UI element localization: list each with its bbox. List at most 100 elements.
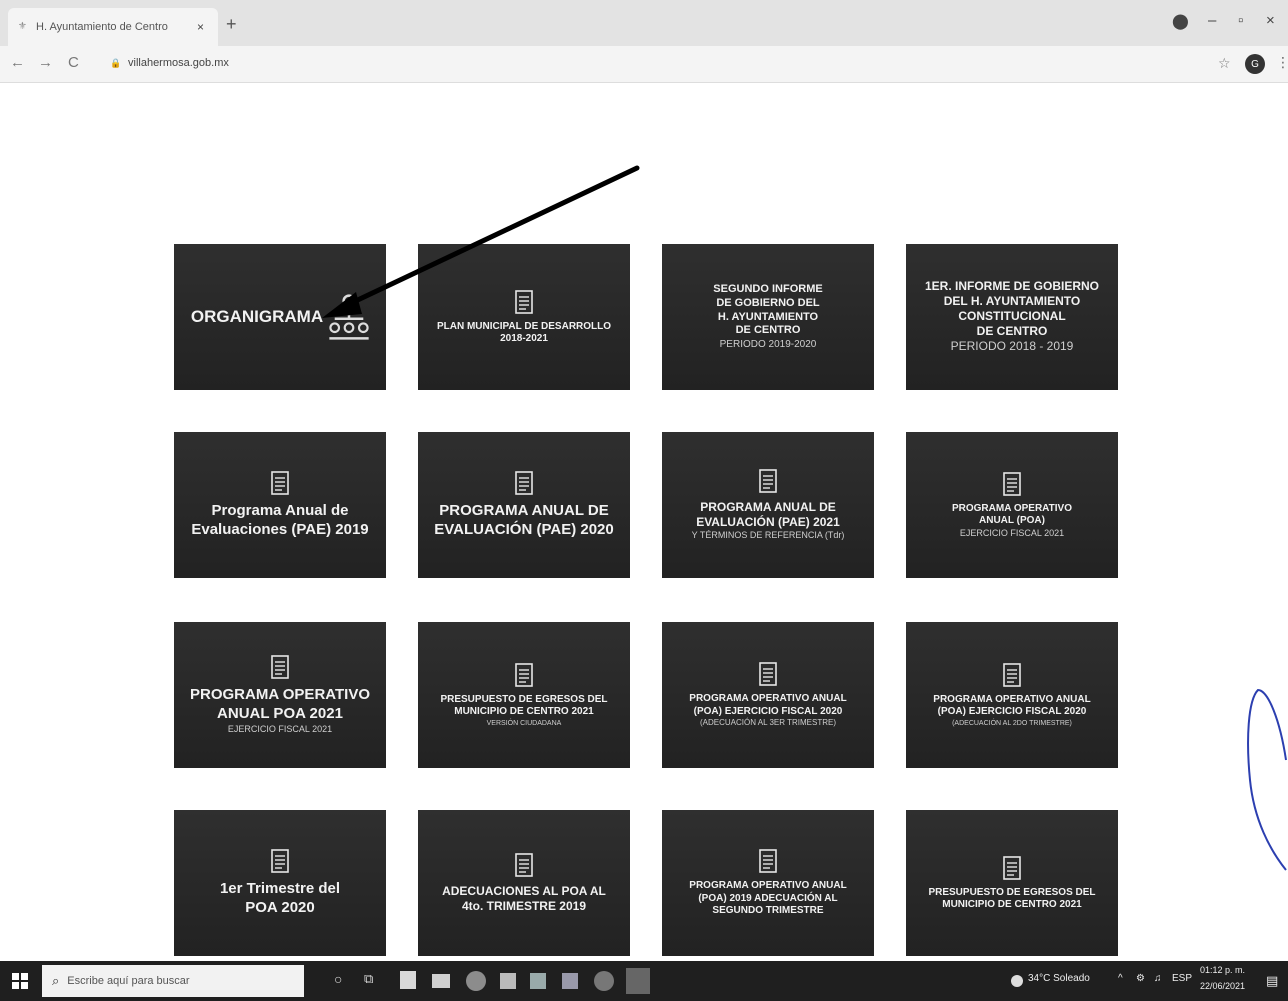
tile-13[interactable]: ADECUACIONES AL POA AL 4to. TRIMESTRE 201… — [418, 810, 630, 956]
tile-text: PROGRAMA ANUAL DE EVALUACIÓN (PAE) 2021 Y … — [692, 500, 845, 542]
taskbar-search-box[interactable]: ⌕ Escribe aquí para buscar — [42, 965, 304, 997]
clock-time[interactable]: 01:12 p. m. — [1200, 965, 1245, 975]
tile-text: SEGUNDO INFORME DE GOBIERNO DEL H. AYUNTAM… — [713, 283, 822, 351]
tile-subtitle: Y TÉRMINOS DE REFERENCIA (Tdr) — [691, 530, 845, 541]
tray-chevron-icon[interactable]: ^ — [1118, 973, 1123, 984]
document-icon — [1003, 471, 1021, 496]
windows-taskbar: ⌕ Escribe aquí para buscar ○ ⧉ 34°C Sole… — [0, 961, 1288, 1001]
tile-title-line: MUNICIPIO DE CENTRO 2021 — [942, 899, 1082, 910]
document-icon — [1003, 663, 1021, 687]
document-icon — [759, 849, 777, 874]
chrome-icon[interactable] — [466, 971, 486, 991]
tile-text: PROGRAMA OPERATIVO ANUAL (POA) EJERCICIO F… — [952, 503, 1072, 540]
tile-subtitle: VERSIÓN CIUDADANA — [486, 719, 562, 727]
tile-title-line: EVALUACIÓN (PAE) 2021 — [696, 515, 840, 530]
document-icon — [759, 662, 777, 687]
windows-start-icon[interactable] — [12, 973, 28, 989]
weather-text[interactable]: 34°C Soleado — [1028, 973, 1090, 984]
document-icon — [271, 471, 289, 496]
tile-title-line: PROGRAMA OPERATIVO — [189, 686, 370, 704]
tile-subtitle: PERIODO 2019-2020 — [719, 339, 817, 350]
search-placeholder: Escribe aquí para buscar — [67, 975, 190, 987]
tile-5[interactable]: PROGRAMA ANUAL DE EVALUACIÓN (PAE) 2020 — [418, 432, 630, 578]
active-app-icon[interactable] — [626, 968, 650, 994]
tile-title-line: PLAN MUNICIPAL DE DESARROLLO — [436, 320, 612, 332]
tile-text: 1er Trimestre del POA 2020 — [220, 880, 340, 918]
tile-11[interactable]: PROGRAMA OPERATIVO ANUAL (POA) EJERCICIO … — [906, 622, 1118, 768]
tile-title-line: PROGRAMA ANUAL DE — [439, 502, 609, 520]
tile-title-line: 2018-2021 — [500, 333, 548, 344]
document-icon — [271, 849, 289, 874]
tile-title-line: DE CENTRO — [735, 324, 801, 337]
tile-title-line: PRESUPUESTO DE EGRESOS DEL — [928, 886, 1096, 898]
tile-title-line: PROGRAMA OPERATIVO ANUAL — [933, 693, 1091, 705]
tile-title-line: DE GOBIERNO DEL — [716, 296, 820, 309]
tile-title-line: ORGANIGRAMA — [190, 307, 324, 327]
tile-grid: ORGANIGRAMA PLAN MUNICIPAL DE DESARROLLO 2… — [0, 0, 1288, 1001]
mail-icon[interactable] — [432, 974, 450, 988]
search-icon: ⌕ — [52, 973, 60, 988]
tile-9[interactable]: PRESUPUESTO DE EGRESOS DEL MUNICIPIO DE C… — [418, 622, 630, 768]
tile-title-line: (POA) 2019 ADECUACIÓN AL — [698, 892, 838, 904]
document-icon — [759, 469, 777, 493]
tile-subtitle: PERIODO 2018 - 2019 — [950, 339, 1074, 354]
tile-title-line: SEGUNDO TRIMESTRE — [712, 905, 824, 917]
tile-title-line: PROGRAMA OPERATIVO ANUAL — [689, 880, 847, 892]
document-icon — [515, 471, 533, 496]
tile-title-line: (POA) EJERCICIO FISCAL 2020 — [693, 705, 843, 717]
tile-12[interactable]: 1er Trimestre del POA 2020 — [174, 810, 386, 956]
tile-title-line: PROGRAMA ANUAL DE — [700, 500, 836, 515]
tile-15[interactable]: PRESUPUESTO DE EGRESOS DEL MUNICIPIO DE C… — [906, 810, 1118, 956]
app-icon[interactable] — [500, 973, 516, 989]
org-chart-icon — [329, 294, 369, 340]
tile-text: Programa Anual de Evaluaciones (PAE) 2019 — [191, 502, 368, 540]
tile-title-line: 1er Trimestre del — [219, 880, 341, 898]
tile-title-line: ANUAL POA 2021 — [217, 705, 343, 723]
tile-3[interactable]: 1ER. INFORME DE GOBIERNO DEL H. AYUNTAMIE… — [906, 244, 1118, 390]
tile-text: PRESUPUESTO DE EGRESOS DEL MUNICIPIO DE C… — [928, 887, 1095, 912]
tile-title-line: DEL H. AYUNTAMIENTO — [943, 294, 1081, 309]
tile-subtitle: (ADECUACIÓN AL 3ER TRIMESTRE) — [699, 718, 836, 728]
tile-title-line: DE CENTRO — [976, 324, 1048, 339]
document-icon — [515, 663, 533, 687]
tile-title-line: 4to. TRIMESTRE 2019 — [461, 899, 586, 913]
edge-icon[interactable] — [594, 971, 614, 991]
document-icon — [515, 289, 533, 314]
tile-2[interactable]: SEGUNDO INFORME DE GOBIERNO DEL H. AYUNTAM… — [662, 244, 874, 390]
tile-title-line: SEGUNDO INFORME — [713, 283, 823, 295]
tile-title-line: Programa Anual de — [211, 502, 349, 520]
tile-title-line: ADECUACIONES AL POA AL — [442, 884, 606, 898]
tile-text: PRESUPUESTO DE EGRESOS DEL MUNICIPIO DE C… — [440, 694, 607, 728]
tile-subtitle: EJERCICIO FISCAL 2021 — [959, 527, 1065, 538]
tile-text: PROGRAMA OPERATIVO ANUAL (POA) 2019 ADECU… — [689, 880, 846, 918]
document-icon — [1003, 855, 1021, 880]
tile-text: ADECUACIONES AL POA AL 4to. TRIMESTRE 201… — [442, 884, 606, 914]
tile-title-line: (POA) EJERCICIO FISCAL 2020 — [937, 706, 1087, 718]
cortana-icon[interactable]: ○ — [334, 971, 354, 991]
document-icon — [515, 853, 533, 877]
tile-title-line: Evaluaciones (PAE) 2019 — [191, 521, 369, 538]
tile-8[interactable]: PROGRAMA OPERATIVO ANUAL POA 2021 EJERCICI… — [174, 622, 386, 768]
tile-1[interactable]: PLAN MUNICIPAL DE DESARROLLO 2018-2021 — [418, 244, 630, 390]
tile-7[interactable]: PROGRAMA OPERATIVO ANUAL (POA) EJERCICIO F… — [906, 432, 1118, 578]
tile-14[interactable]: PROGRAMA OPERATIVO ANUAL (POA) 2019 ADECU… — [662, 810, 874, 956]
tile-subtitle: (ADECUACIÓN AL 2DO TRIMESTRE) — [952, 719, 1072, 727]
tile-10[interactable]: PROGRAMA OPERATIVO ANUAL (POA) EJERCICIO … — [662, 622, 874, 768]
task-view-icon[interactable]: ⧉ — [364, 971, 384, 991]
notifications-icon[interactable]: ▤ — [1266, 973, 1278, 989]
tile-title-line: ANUAL (POA) — [979, 515, 1045, 527]
network-icon[interactable]: ⚙ — [1136, 973, 1145, 984]
excel-icon[interactable] — [530, 973, 546, 989]
tile-6[interactable]: PROGRAMA ANUAL DE EVALUACIÓN (PAE) 2021 Y … — [662, 432, 874, 578]
clock-date[interactable]: 22/06/2021 — [1200, 981, 1245, 991]
tile-text: PROGRAMA OPERATIVO ANUAL (POA) EJERCICIO … — [933, 694, 1090, 728]
tile-text: PROGRAMA OPERATIVO ANUAL (POA) EJERCICIO … — [689, 693, 846, 728]
tile-4[interactable]: Programa Anual de Evaluaciones (PAE) 2019 — [174, 432, 386, 578]
tile-0[interactable]: ORGANIGRAMA — [174, 244, 386, 390]
word-icon[interactable] — [562, 973, 578, 989]
volume-icon[interactable]: ♫ — [1154, 973, 1162, 984]
tile-text: PROGRAMA OPERATIVO ANUAL POA 2021 EJERCICI… — [190, 686, 370, 735]
store-icon[interactable] — [400, 971, 416, 989]
tile-title-line: MUNICIPIO DE CENTRO 2021 — [454, 706, 594, 718]
language-indicator[interactable]: ESP — [1172, 973, 1192, 984]
